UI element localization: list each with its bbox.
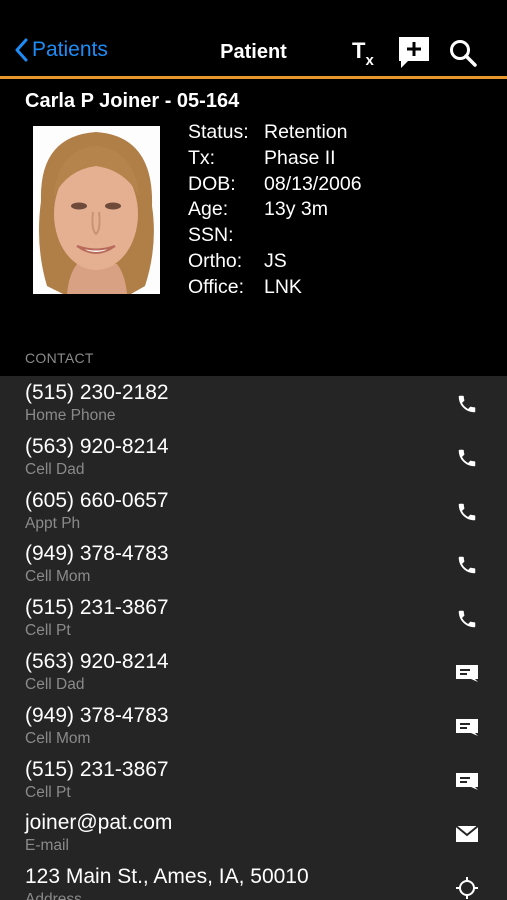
info-value: 08/13/2006	[264, 172, 362, 195]
contact-row[interactable]: (515) 231-3867 Cell Pt	[0, 591, 507, 645]
info-row-office: Office: LNK	[188, 275, 362, 301]
phone-icon[interactable]	[455, 500, 479, 524]
phone-icon[interactable]	[455, 607, 479, 631]
contact-row[interactable]: (515) 230-2182 Home Phone	[0, 376, 507, 430]
phone-icon[interactable]	[455, 446, 479, 470]
contact-type: Cell Dad	[25, 460, 85, 478]
info-value: Retention	[264, 121, 348, 143]
contact-value: (563) 920-8214	[25, 434, 169, 458]
contact-type: Cell Dad	[25, 675, 85, 693]
info-label: SSN:	[188, 224, 234, 247]
contact-value: (949) 378-4783	[25, 703, 169, 727]
info-row-dob: DOB: 08/13/2006	[188, 172, 362, 198]
phone-icon[interactable]	[455, 392, 479, 416]
contact-value: (563) 920-8214	[25, 649, 169, 673]
message-icon[interactable]	[455, 661, 479, 685]
patient-name: Carla P Joiner - 05-164	[25, 90, 240, 112]
contact-value: (515) 231-3867	[25, 757, 169, 781]
contact-value: (949) 378-4783	[25, 542, 169, 566]
message-icon[interactable]	[455, 769, 479, 793]
contact-type: Home Phone	[25, 407, 116, 424]
mail-icon[interactable]	[455, 822, 479, 846]
tx-sub-label: x	[365, 52, 373, 69]
contact-value: joiner@pat.com	[25, 811, 173, 835]
info-value: JS	[264, 249, 287, 272]
info-value: LNK	[264, 275, 302, 298]
contact-list: (515) 230-2182 Home Phone (563) 920-8214 Ce…	[0, 376, 507, 900]
contact-row[interactable]: (563) 920-8214 Cell Dad	[0, 430, 507, 484]
contact-row[interactable]: joiner@pat.com E-mail	[0, 806, 507, 860]
contact-row[interactable]: (949) 378-4783 Cell Mom	[0, 537, 507, 591]
info-value: 13y 3m	[264, 198, 328, 221]
patient-photo	[33, 126, 160, 294]
search-button[interactable]	[448, 38, 478, 73]
search-icon	[450, 40, 477, 67]
contact-type: Cell Mom	[25, 729, 91, 747]
nav-bar: Patients Patient Tx	[0, 0, 507, 76]
tx-label: T	[352, 38, 365, 63]
info-label: DOB:	[188, 172, 236, 195]
contact-section-header: CONTACT	[25, 350, 94, 366]
contact-row[interactable]: (949) 378-4783 Cell Mom	[0, 699, 507, 753]
info-label: Age:	[188, 198, 229, 221]
info-row-age: Age: 13y 3m	[188, 197, 362, 223]
contact-type: E-mail	[25, 837, 69, 855]
contact-value: 123 Main St., Ames, IA, 50010	[25, 865, 309, 889]
header-divider	[0, 76, 507, 79]
contact-row[interactable]: (515) 231-3867 Cell Pt	[0, 753, 507, 807]
info-row-tx: Tx: Phase II	[188, 146, 362, 172]
contact-type: Cell Mom	[25, 568, 91, 586]
info-row-ssn: SSN:	[188, 223, 362, 249]
contact-row[interactable]: (563) 920-8214 Cell Dad	[0, 645, 507, 699]
contact-value: (515) 230-2182	[25, 381, 169, 404]
phone-icon[interactable]	[455, 553, 479, 577]
tx-button[interactable]: Tx	[352, 38, 374, 69]
contact-value: (515) 231-3867	[25, 596, 169, 620]
contact-value: (605) 660-0657	[25, 488, 169, 512]
add-note-icon	[399, 37, 429, 68]
patient-info: Status: Retention Tx: Phase II DOB: 08/13/2…	[188, 120, 362, 301]
contact-type: Cell Pt	[25, 622, 71, 640]
contact-row[interactable]: (605) 660-0657 Appt Ph	[0, 484, 507, 538]
contact-type: Appt Ph	[25, 514, 81, 532]
location-icon[interactable]	[455, 876, 479, 900]
message-icon[interactable]	[455, 715, 479, 739]
contact-type: Address	[25, 891, 82, 900]
info-label: Ortho:	[188, 249, 243, 272]
add-note-button[interactable]	[396, 34, 432, 75]
info-row-status: Status: Retention	[188, 120, 362, 146]
contact-row[interactable]: 123 Main St., Ames, IA, 50010 Address	[0, 860, 507, 900]
contact-type: Cell Pt	[25, 783, 71, 801]
info-row-ortho: Ortho: JS	[188, 249, 362, 275]
info-label: Tx:	[188, 146, 216, 169]
info-label: Status:	[188, 121, 249, 143]
info-label: Office:	[188, 275, 244, 298]
info-value: Phase II	[264, 146, 336, 169]
